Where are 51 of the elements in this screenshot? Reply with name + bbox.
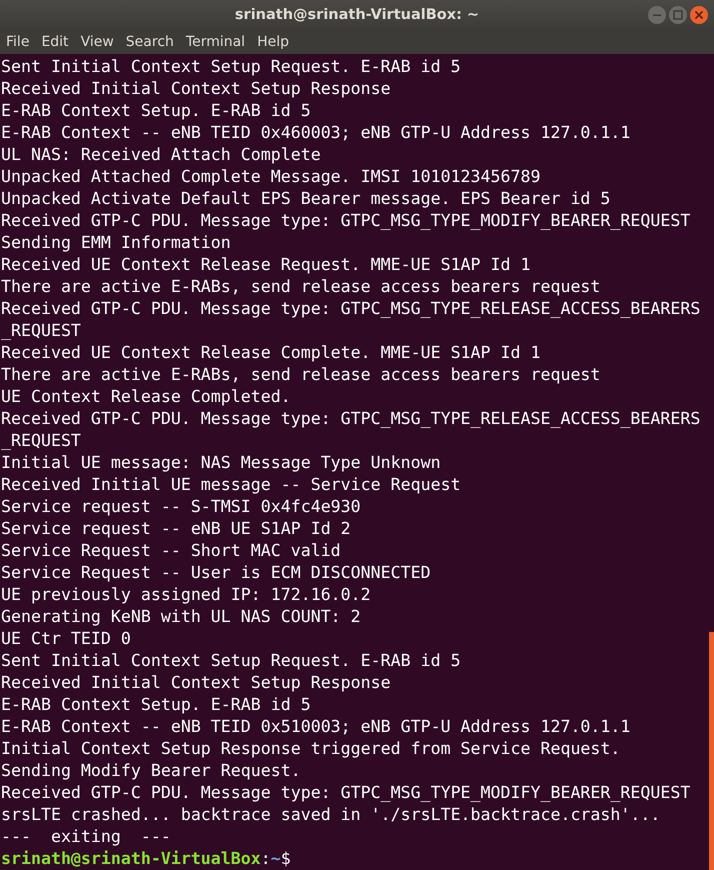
prompt-path: ~ — [270, 849, 281, 868]
output-line: Service request -- S-TMSI 0x4fc4e930 — [1, 496, 361, 518]
output-line: Service Request -- User is ECM DISCONNECTED — [1, 562, 431, 584]
output-line: Sending EMM Information — [1, 232, 231, 254]
output-line: E-RAB Context Setup. E-RAB id 5 — [1, 100, 311, 122]
output-line: Received GTP-C PDU. Message type: GTPC_MSG_TYPE_RELEASE_ACCESS_BEARERS — [1, 408, 700, 430]
menu-item[interactable]: Terminal — [180, 34, 252, 50]
output-line: srsLTE crashed... backtrace saved in './srsLTE.backtrace.crash'... — [1, 804, 660, 826]
output-line: UE previously assigned IP: 172.16.0.2 — [1, 584, 371, 606]
maximize-icon[interactable] — [668, 5, 688, 25]
output-line: Initial UE message: NAS Message Type Unknown — [1, 452, 441, 474]
output-line: UE Context Release Completed. — [1, 386, 291, 408]
output-line: UE Ctr TEID 0 — [1, 628, 131, 650]
output-line: _REQUEST — [1, 320, 81, 342]
output-line: _REQUEST — [1, 430, 81, 452]
menu-item[interactable]: Help — [251, 34, 295, 50]
prompt-user-host: srinath@srinath-VirtualBox — [1, 849, 261, 868]
output-line: Service Request -- Short MAC valid — [1, 540, 341, 562]
output-line: Sent Initial Context Setup Request. E-RAB id 5 — [1, 650, 461, 672]
minimize-icon[interactable] — [647, 5, 667, 25]
output-line: Sent Initial Context Setup Request. E-RAB id 5 — [1, 56, 461, 78]
output-line: Service request -- eNB UE S1AP Id 2 — [1, 518, 351, 540]
menu-item[interactable]: Edit — [35, 34, 75, 50]
scrollbar[interactable] — [709, 632, 714, 870]
output-line: Received GTP-C PDU. Message type: GTPC_MSG_TYPE_RELEASE_ACCESS_BEARERS — [1, 298, 700, 320]
window-title: srinath@srinath-VirtualBox: ~ — [234, 7, 480, 23]
output-line: E-RAB Context -- eNB TEID 0x510003; eNB GTP-U Address 127.0.1.1 — [1, 716, 630, 738]
output-line: There are active E-RABs, send release access bearers request — [1, 364, 600, 386]
output-line: There are active E-RABs, send release access bearers request — [1, 276, 600, 298]
output-line: E-RAB Context Setup. E-RAB id 5 — [1, 694, 311, 716]
output-line: E-RAB Context -- eNB TEID 0x460003; eNB GTP-U Address 127.0.1.1 — [1, 122, 630, 144]
output-line: Received GTP-C PDU. Message type: GTPC_MSG_TYPE_MODIFY_BEARER_REQUEST — [1, 782, 690, 804]
output-line: Unpacked Attached Complete Message. IMSI 1010123456789 — [1, 166, 540, 188]
output-line: Received Initial UE message -- Service Request — [1, 474, 461, 496]
close-icon[interactable] — [689, 5, 709, 25]
prompt-symbol: $ — [280, 849, 291, 868]
output-line: Received Initial Context Setup Response — [1, 672, 391, 694]
output-line: UL NAS: Received Attach Complete — [1, 144, 321, 166]
output-line: Generating KeNB with UL NAS COUNT: 2 — [1, 606, 361, 628]
output-line: Received Initial Context Setup Response — [1, 78, 391, 100]
menu-item[interactable]: File — [0, 34, 36, 50]
menu-item[interactable]: View — [74, 34, 120, 50]
prompt-separator: : — [260, 849, 271, 868]
output-line: Sending Modify Bearer Request. — [1, 760, 301, 782]
output-line: Received UE Context Release Complete. MME-UE S1AP Id 1 — [1, 342, 540, 364]
menu-item[interactable]: Search — [120, 34, 180, 50]
output-line: Unpacked Activate Default EPS Bearer message. EPS Bearer id 5 — [1, 188, 610, 210]
output-line: Received GTP-C PDU. Message type: GTPC_MSG_TYPE_MODIFY_BEARER_REQUEST — [1, 210, 690, 232]
output-line: Received UE Context Release Request. MME-UE S1AP Id 1 — [1, 254, 530, 276]
output-line: --- exiting --- — [1, 826, 171, 848]
output-line: Initial Context Setup Response triggered from Service Request. — [1, 738, 620, 760]
